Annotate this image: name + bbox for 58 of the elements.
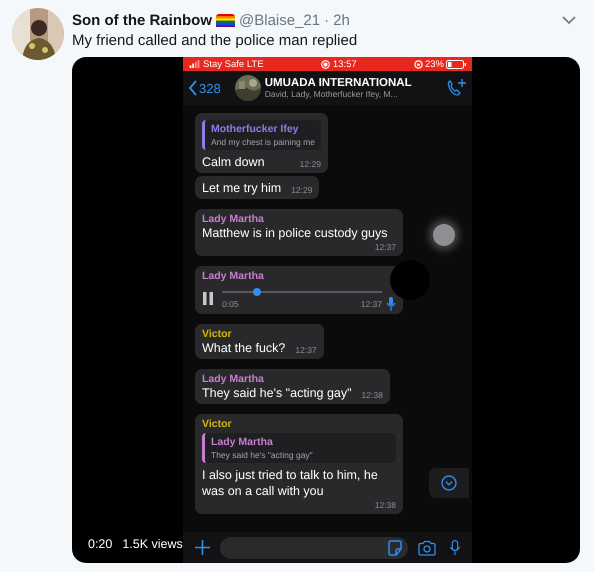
- signal-icon: [189, 60, 200, 68]
- sender-name: Lady Martha: [202, 373, 265, 385]
- video-player[interactable]: [72, 57, 580, 563]
- message-time: 12:38: [362, 389, 383, 401]
- audio-duration: 0:05: [222, 299, 239, 309]
- plus-icon[interactable]: [195, 540, 210, 555]
- message-time: 12:29: [300, 158, 321, 170]
- message-time: 12:37: [360, 298, 382, 310]
- sender-name: Victor: [202, 418, 233, 430]
- separator-dot: ·: [324, 12, 330, 28]
- carrier-label: Stay Safe LTE: [203, 58, 264, 70]
- audio-thumb[interactable]: [253, 288, 262, 296]
- rotation-lock-icon: [414, 60, 423, 68]
- quoted-message[interactable]: Lady Martha They said he's "acting gay": [202, 433, 396, 463]
- video-duration: 0:20: [88, 537, 112, 551]
- tweet-text: My friend called and the police man replied: [72, 32, 358, 49]
- tweet-time[interactable]: 2h: [333, 12, 350, 28]
- chevron-down-icon: [440, 475, 458, 491]
- author-name[interactable]: Son of the Rainbow: [72, 12, 212, 28]
- record-icon: [320, 60, 330, 68]
- author-handle[interactable]: @Blaise_21: [239, 12, 320, 28]
- sender-name: Lady Martha: [202, 270, 265, 282]
- camera-icon[interactable]: [418, 540, 436, 556]
- cover-circle: [390, 260, 430, 300]
- battery-icon: [446, 60, 466, 68]
- message-time: 12:37: [295, 344, 317, 356]
- microphone-icon: [386, 297, 396, 311]
- back-button[interactable]: 328: [189, 80, 221, 96]
- quoted-sender: Motherfucker Ifey: [211, 123, 300, 135]
- battery-label: 23%: [424, 58, 444, 70]
- group-title[interactable]: UMUADA INTERNATIONAL: [264, 77, 412, 89]
- sticker-icon[interactable]: [386, 540, 404, 556]
- view-count: 1.5K views: [122, 537, 183, 551]
- message-text: What the fuck?: [202, 340, 286, 356]
- clock-label: 13:57: [332, 58, 357, 70]
- message-field[interactable]: [220, 536, 408, 558]
- quoted-message[interactable]: Motherfucker Ifey And my chest is paining me: [202, 120, 321, 150]
- back-chevron-icon: [189, 80, 197, 96]
- message-time: 12:29: [291, 184, 312, 196]
- group-members: David, Lady, Motherfucker Ifey, M...: [264, 89, 399, 99]
- message-time: 12:37: [374, 241, 396, 253]
- message-time: 12:38: [374, 499, 396, 511]
- message-text: Matthew is in police custody guys: [202, 225, 388, 241]
- chevron-icon[interactable]: [562, 15, 576, 25]
- message-text: Let me try him: [202, 180, 282, 196]
- sender-name: Lady Martha: [202, 213, 265, 225]
- pause-icon[interactable]: [202, 292, 214, 305]
- sender-name: Victor: [202, 328, 233, 340]
- message-text: I also just tried to talk to him, he was on a call with you: [202, 467, 379, 499]
- rainbow-flag-icon: [216, 14, 235, 26]
- message-text: They said he's "acting gay": [202, 385, 352, 401]
- touch-indicator: [433, 224, 455, 246]
- add-call-icon[interactable]: [446, 78, 466, 98]
- quoted-text: They said he's "acting gay": [211, 450, 314, 460]
- message-text: Calm down: [202, 154, 265, 170]
- quoted-text: And my chest is paining me: [211, 137, 315, 147]
- quoted-sender: Lady Martha: [211, 436, 274, 448]
- scroll-down-button[interactable]: [429, 468, 469, 498]
